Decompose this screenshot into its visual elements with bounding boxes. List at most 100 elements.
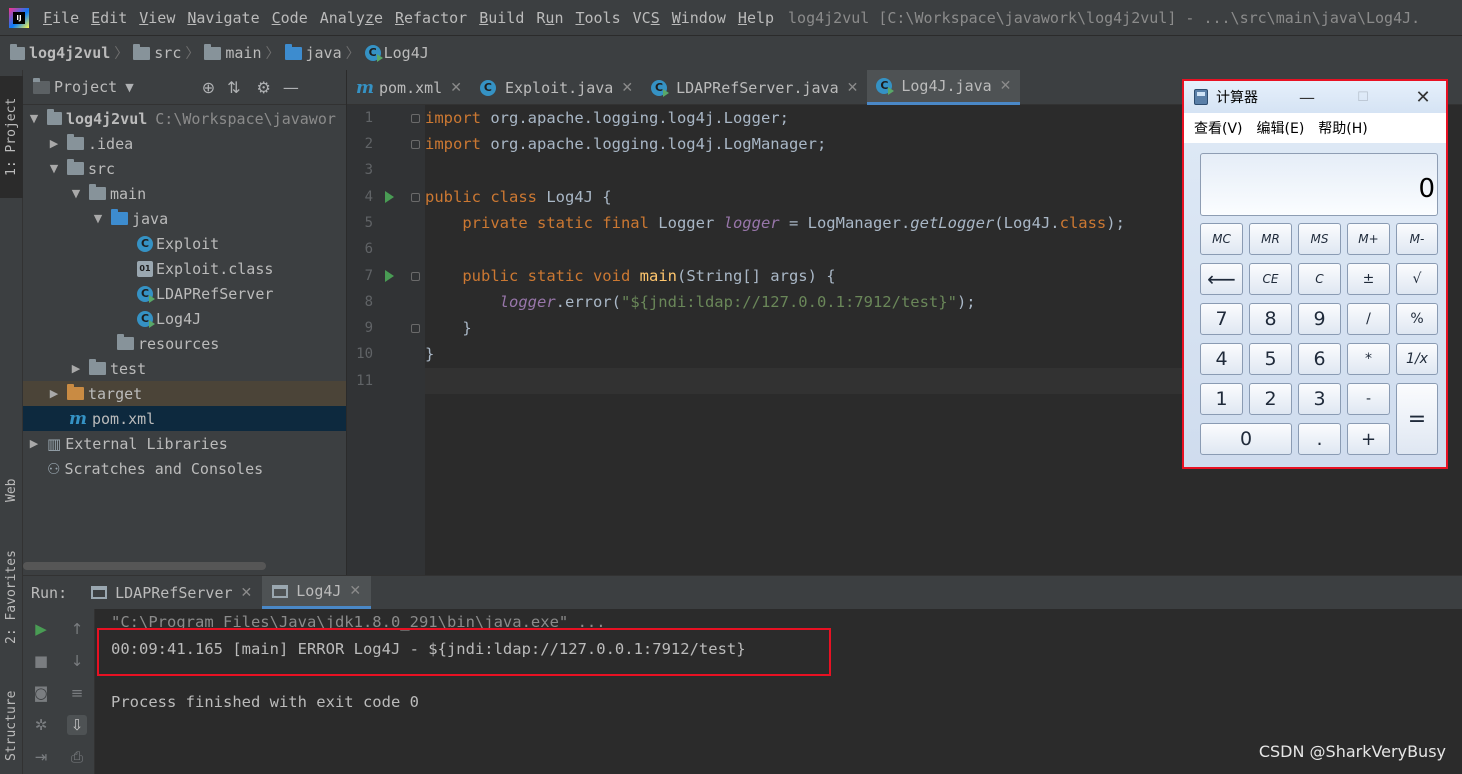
calc-plusminus-button[interactable]: ± [1347, 263, 1390, 295]
calc-mr-button[interactable]: MR [1249, 223, 1292, 255]
run-main-icon[interactable] [385, 270, 394, 282]
tree-item-ldaprefserver[interactable]: C LDAPRefServer [23, 281, 346, 306]
collapse-all-icon[interactable]: ⇅ [227, 78, 240, 97]
locate-icon[interactable]: ⊕ [202, 78, 215, 97]
calc-plus-button[interactable]: + [1347, 423, 1390, 455]
calc-percent-button[interactable]: % [1396, 303, 1438, 335]
calc-equals-button[interactable]: = [1396, 383, 1438, 455]
tab-log4j-java[interactable]: C Log4J.java ✕ [867, 70, 1021, 105]
project-panel-title[interactable]: Project [54, 78, 117, 96]
fold-icon[interactable] [411, 114, 420, 123]
calc-minus-button[interactable]: - [1347, 383, 1390, 415]
minimize-icon[interactable]: — [1290, 81, 1324, 113]
tree-item-java[interactable]: ▼ java [23, 206, 346, 231]
menu-navigate[interactable]: Navigate [187, 9, 259, 27]
calc-9-button[interactable]: 9 [1298, 303, 1341, 335]
menu-help[interactable]: Help [738, 9, 774, 27]
menu-build[interactable]: Build [479, 9, 524, 27]
calc-menu-edit[interactable]: 编辑(E) [1257, 118, 1305, 138]
fold-icon[interactable] [411, 140, 420, 149]
calculator-title-bar[interactable]: 计算器 — ☐ ✕ [1184, 81, 1446, 113]
sidebar-tab-project[interactable]: 1: Project [0, 76, 23, 198]
menu-file[interactable]: File [43, 9, 79, 27]
fold-icon[interactable] [411, 193, 420, 202]
menu-view[interactable]: View [139, 9, 175, 27]
menu-analyze[interactable]: Analyze [320, 9, 383, 27]
close-icon[interactable]: ✕ [1000, 78, 1012, 94]
calc-2-button[interactable]: 2 [1249, 383, 1292, 415]
calc-menu-view[interactable]: 查看(V) [1194, 118, 1243, 138]
calc-c-button[interactable]: C [1298, 263, 1341, 295]
chevron-down-icon[interactable]: ▼ [125, 81, 133, 94]
breadcrumb-item-project[interactable]: log4j2vul 〉 [10, 43, 133, 63]
calc-ce-button[interactable]: CE [1249, 263, 1292, 295]
menu-code[interactable]: Code [272, 9, 308, 27]
menu-tools[interactable]: Tools [575, 9, 620, 27]
menu-run[interactable]: Run [536, 9, 563, 27]
print-icon[interactable]: ⎙ [67, 747, 87, 767]
exit-icon[interactable]: ⇥ [31, 747, 51, 767]
tree-item-main[interactable]: ▼ main [23, 181, 346, 206]
camera-icon[interactable]: ◙ [31, 683, 51, 703]
horizontal-scrollbar[interactable] [23, 562, 266, 570]
calc-7-button[interactable]: 7 [1200, 303, 1243, 335]
calc-multiply-button[interactable]: * [1347, 343, 1390, 375]
tree-item-project-root[interactable]: ▼ log4j2vul C:\Workspace\javawor [23, 106, 346, 131]
close-icon[interactable]: ✕ [847, 80, 859, 96]
calc-divide-button[interactable]: / [1347, 303, 1390, 335]
tab-exploit-java[interactable]: C Exploit.java ✕ [471, 70, 642, 105]
fold-icon[interactable] [411, 324, 420, 333]
tree-item-exploit-class[interactable]: 01 Exploit.class [23, 256, 346, 281]
tree-item-scratches[interactable]: ⚇ Scratches and Consoles [23, 456, 346, 481]
calc-4-button[interactable]: 4 [1200, 343, 1243, 375]
tree-item-resources[interactable]: resources [23, 331, 346, 356]
calc-5-button[interactable]: 5 [1249, 343, 1292, 375]
tree-item-log4j[interactable]: C Log4J [23, 306, 346, 331]
arrow-up-icon[interactable]: ↑ [67, 619, 87, 639]
sidebar-tab-structure[interactable]: Structure [0, 682, 23, 770]
tree-item-src[interactable]: ▼ src [23, 156, 346, 181]
calc-8-button[interactable]: 8 [1249, 303, 1292, 335]
menu-refactor[interactable]: Refactor [395, 9, 467, 27]
breadcrumb-item-java[interactable]: java 〉 [284, 43, 365, 63]
run-tab-ldaprefserver[interactable]: LDAPRefServer ✕ [81, 576, 262, 609]
breadcrumb-item-src[interactable]: src 〉 [133, 43, 204, 63]
editor-gutter[interactable]: 1 2 3 4 5 6 7 8 9 10 11 [347, 105, 425, 575]
tree-item-test[interactable]: ▶ test [23, 356, 346, 381]
calc-menu-help[interactable]: 帮助(H) [1318, 118, 1367, 138]
fold-icon[interactable] [411, 272, 420, 281]
close-icon[interactable]: ✕ [349, 583, 361, 599]
breadcrumb-item-main[interactable]: main 〉 [204, 43, 284, 63]
breadcrumb-item-log4j[interactable]: C Log4J [364, 44, 429, 62]
menu-vcs[interactable]: VCS [633, 9, 660, 27]
tab-pom-xml[interactable]: m pom.xml ✕ [347, 70, 471, 105]
calc-ms-button[interactable]: MS [1298, 223, 1341, 255]
sidebar-tab-favorites[interactable]: 2: Favorites [0, 532, 23, 662]
calc-0-button[interactable]: 0 [1200, 423, 1292, 455]
tree-item-exploit[interactable]: C Exploit [23, 231, 346, 256]
scroll-to-end-icon[interactable]: ⇩ [67, 715, 87, 735]
calc-sqrt-button[interactable]: √ [1396, 263, 1438, 295]
tree-item-target[interactable]: ▶ target [23, 381, 346, 406]
calc-3-button[interactable]: 3 [1298, 383, 1341, 415]
close-icon[interactable]: ✕ [1406, 81, 1440, 113]
calc-decimal-button[interactable]: . [1298, 423, 1341, 455]
calc-mplus-button[interactable]: M+ [1347, 223, 1390, 255]
rerun-icon[interactable]: ▶ [31, 619, 51, 639]
tree-item-pom[interactable]: m pom.xml [23, 406, 346, 431]
close-icon[interactable]: ✕ [450, 80, 462, 96]
tree-item-external-libraries[interactable]: ▶ ▥ External Libraries [23, 431, 346, 456]
menu-edit[interactable]: Edit [91, 9, 127, 27]
gear-icon[interactable]: ⚙ [257, 78, 271, 97]
sidebar-tab-web[interactable]: Web [0, 462, 23, 518]
calc-mminus-button[interactable]: M- [1396, 223, 1438, 255]
calc-backspace-button[interactable]: ⟵ [1200, 263, 1243, 295]
arrow-down-icon[interactable]: ↓ [67, 651, 87, 671]
settings-icon[interactable]: ✲ [31, 715, 51, 735]
menu-window[interactable]: Window [672, 9, 726, 27]
calc-mc-button[interactable]: MC [1200, 223, 1243, 255]
tab-ldaprefserver-java[interactable]: C LDAPRefServer.java ✕ [642, 70, 867, 105]
calc-1-button[interactable]: 1 [1200, 383, 1243, 415]
close-icon[interactable]: ✕ [621, 80, 633, 96]
run-class-icon[interactable] [385, 191, 394, 203]
